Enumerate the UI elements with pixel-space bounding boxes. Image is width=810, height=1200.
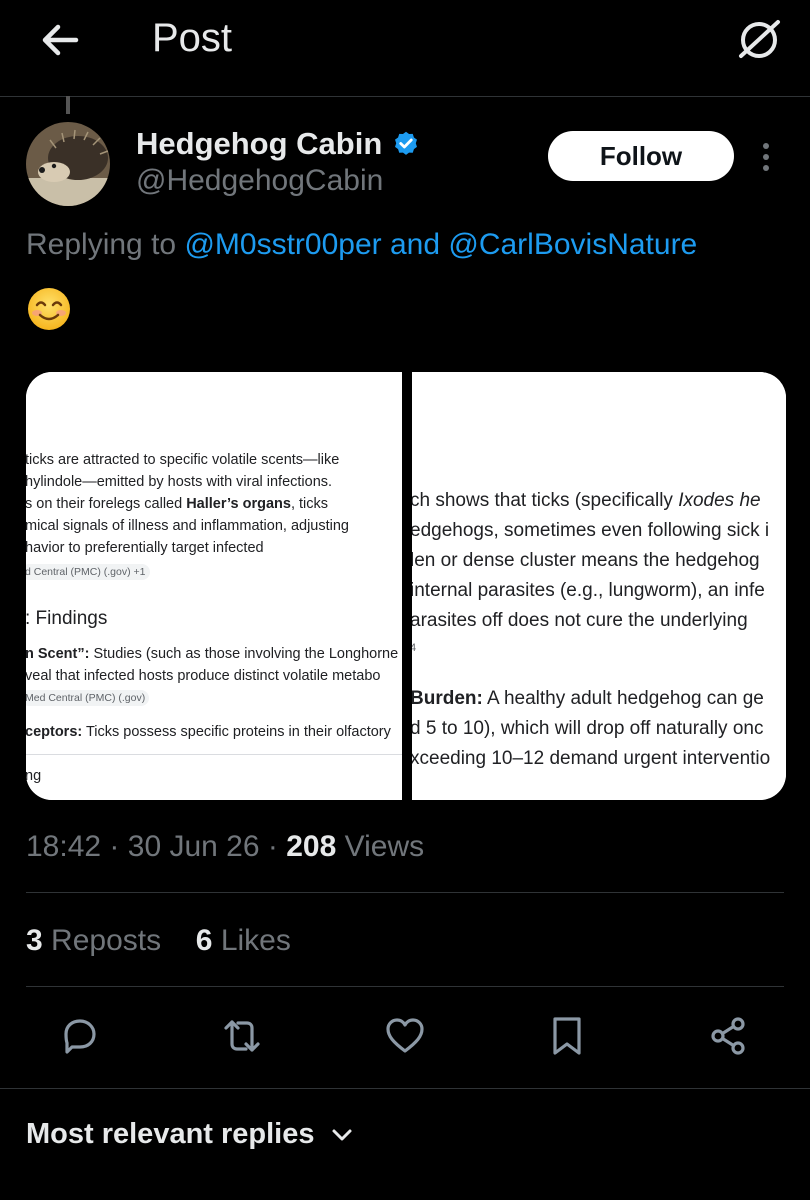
image-text-line: ticks are attracted to specific volatile… <box>26 452 340 468</box>
image-right[interactable]: ch shows that ticks (specifically Ixodes… <box>412 372 786 800</box>
meta-separator: · <box>109 830 120 863</box>
author-name[interactable]: Hedgehog Cabin <box>136 126 382 162</box>
image-text-line: arasites off does not cure the underlyin… <box>412 610 748 631</box>
image-text-line: xceeding 10–12 demand urgent interventio <box>412 748 771 769</box>
likes-stat[interactable]: 6 Likes <box>196 924 291 957</box>
image-text-fragment: A healthy adult hedgehog can ge <box>482 688 764 709</box>
image-text-line: ceptors: Ticks possess specific proteins… <box>26 724 391 740</box>
share-icon[interactable] <box>706 1014 750 1058</box>
smiling-face-emoji-icon <box>28 288 70 330</box>
image-text-line: hylindole—emitted by hosts with viral in… <box>26 474 333 490</box>
grok-icon[interactable] <box>734 16 784 62</box>
image-text-line: internal parasites (e.g., lungworm), an … <box>412 580 765 601</box>
likes-label: Likes <box>220 924 291 957</box>
follow-button[interactable]: Follow <box>548 131 734 181</box>
engagement-stats: 3 Reposts 6 Likes <box>26 924 291 958</box>
image-text-fragment: , ticks <box>290 496 329 512</box>
source-chip: d Central (PMC) (.gov) +1 <box>26 564 150 580</box>
post-date: 30 Jun 26 <box>127 830 260 863</box>
replies-sort-label: Most relevant replies <box>26 1118 315 1150</box>
image-text-line: veal that infected hosts produce distinc… <box>26 668 381 684</box>
chevron-down-icon <box>332 1129 351 1140</box>
image-text-fragment: 4 <box>412 642 417 654</box>
author-row: Hedgehog Cabin <box>136 126 420 162</box>
verified-badge-icon[interactable] <box>392 130 420 158</box>
mention-link[interactable]: @M0sstr00per <box>184 228 381 261</box>
image-text-line: len or dense cluster means the hedgehog <box>412 550 760 571</box>
post-time: 18:42 <box>26 830 102 863</box>
image-bold-term: Burden: <box>412 688 483 709</box>
post-meta: 18:42 · 30 Jun 26 · 208 Views <box>26 830 424 864</box>
arrow-left-icon[interactable] <box>38 20 82 60</box>
reply-icon[interactable] <box>58 1014 102 1058</box>
image-italic-term: Ixodes he <box>678 490 761 511</box>
author-handle[interactable]: @HedgehogCabin <box>136 164 383 198</box>
image-text-line: s on their forelegs called Haller’s orga… <box>26 496 328 512</box>
reposts-stat[interactable]: 3 Reposts <box>26 924 161 957</box>
reposts-label: Reposts <box>51 924 162 957</box>
image-text-fragment: ch shows that ticks (specifically <box>412 490 679 511</box>
views-count: 208 <box>286 830 337 863</box>
divider <box>0 1088 810 1089</box>
image-text-fragment: s on their forelegs called <box>26 496 187 512</box>
bookmark-icon[interactable] <box>545 1014 589 1058</box>
top-bar: Post <box>0 0 810 97</box>
image-text-line: ch shows that ticks (specifically Ixodes… <box>412 490 761 512</box>
repost-icon[interactable] <box>220 1014 264 1058</box>
thread-connector <box>66 96 70 114</box>
divider <box>26 986 784 987</box>
more-options-icon[interactable] <box>756 140 776 174</box>
image-text-line: n Scent”: Studies (such as those involvi… <box>26 646 398 662</box>
like-icon[interactable] <box>383 1014 427 1058</box>
views-label: Views <box>344 830 425 863</box>
meta-separator: · <box>267 830 278 863</box>
image-text-line: edgehogs, sometimes even following sick … <box>412 520 770 541</box>
image-text-line: ng <box>26 768 42 784</box>
image-divider <box>26 754 402 755</box>
image-text-fragment: Ticks possess specific proteins in their… <box>82 724 391 740</box>
page-title: Post <box>152 16 233 60</box>
image-text-line: Burden: A healthy adult hedgehog can ge <box>412 688 764 710</box>
image-bold-term: n Scent”: <box>26 646 90 662</box>
image-bold-term: Haller’s organs <box>186 496 291 512</box>
reposts-count: 3 <box>26 924 43 957</box>
image-bold-term: ceptors: <box>26 724 83 740</box>
post-media[interactable]: ticks are attracted to specific volatile… <box>26 372 786 800</box>
replying-to: Replying to @M0sstr00per and @CarlBovisN… <box>26 228 697 262</box>
image-text-line: mical signals of illness and inflammatio… <box>26 518 349 534</box>
replying-and: and <box>389 228 441 261</box>
replies-sort-toggle[interactable]: Most relevant replies <box>26 1118 355 1151</box>
replying-prefix: Replying to <box>26 228 177 261</box>
image-text-line: havior to preferentially target infected <box>26 540 264 556</box>
image-left[interactable]: ticks are attracted to specific volatile… <box>26 372 402 800</box>
image-heading: : Findings <box>26 608 108 629</box>
source-chip: Med Central (PMC) (.gov) <box>26 690 150 706</box>
avatar[interactable] <box>26 122 110 206</box>
image-gap <box>402 372 412 800</box>
image-text-line: d 5 to 10), which will drop off naturall… <box>412 718 764 739</box>
image-text-fragment: Studies (such as those involving the Lon… <box>89 646 399 662</box>
mention-link[interactable]: @CarlBovisNature <box>448 228 697 261</box>
divider <box>26 892 784 893</box>
likes-count: 6 <box>195 924 213 957</box>
